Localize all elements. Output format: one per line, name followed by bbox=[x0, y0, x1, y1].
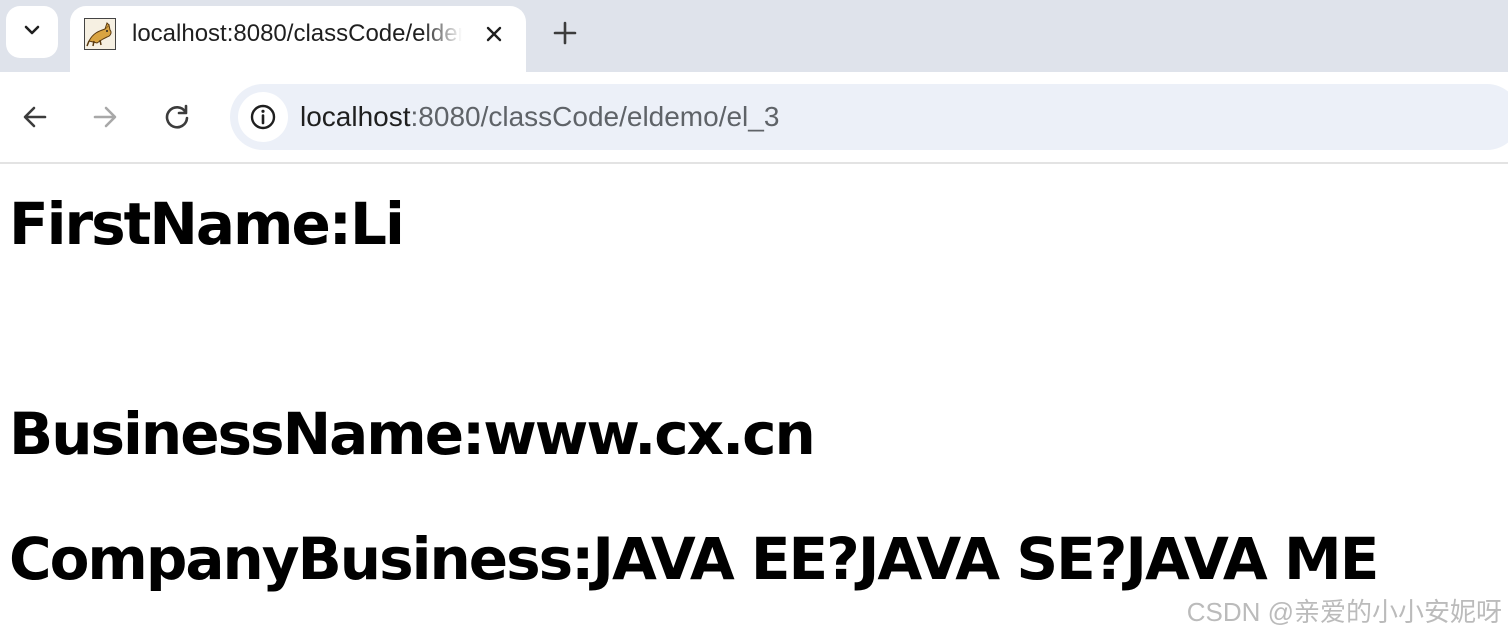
plus-icon bbox=[553, 21, 577, 45]
info-icon bbox=[250, 104, 276, 130]
close-icon bbox=[486, 26, 502, 42]
forward-button[interactable] bbox=[82, 94, 128, 140]
chevron-down-icon bbox=[21, 19, 43, 46]
business-name-heading: BusinessName:www.cx.cn bbox=[9, 400, 816, 468]
tab-close-button[interactable] bbox=[476, 16, 512, 52]
first-name-heading: FirstName:Li bbox=[9, 190, 405, 258]
new-tab-button[interactable] bbox=[544, 12, 586, 54]
url-text: localhost:8080/classCode/eldemo/el_3 bbox=[300, 84, 779, 150]
site-info-button[interactable] bbox=[238, 92, 288, 142]
reload-icon bbox=[165, 104, 189, 129]
back-button[interactable] bbox=[12, 94, 58, 140]
company-business-heading: CompanyBusiness:JAVA EE?JAVA SE?JAVA ME bbox=[9, 525, 1379, 593]
arrow-left-icon bbox=[23, 106, 47, 128]
watermark: CSDN @亲爱的小小安妮呀 bbox=[1186, 597, 1502, 627]
tab-search-button[interactable] bbox=[6, 6, 58, 58]
url-path: :8080/classCode/eldemo/el_3 bbox=[410, 101, 780, 132]
tomcat-icon bbox=[84, 18, 116, 50]
browser-toolbar: localhost:8080/classCode/eldemo/el_3 bbox=[0, 72, 1508, 164]
tab-active[interactable]: localhost:8080/classCode/eldemo/el_3 bbox=[70, 6, 526, 72]
tab-strip: localhost:8080/classCode/eldemo/el_3 bbox=[0, 0, 1508, 72]
page-content: FirstName:Li BusinessName:www.cx.cn Comp… bbox=[0, 164, 1508, 635]
url-host: localhost bbox=[300, 101, 411, 132]
arrow-right-icon bbox=[93, 106, 117, 128]
reload-button[interactable] bbox=[154, 94, 200, 140]
tab-title: localhost:8080/classCode/eldemo/el_3 bbox=[132, 20, 462, 47]
address-bar[interactable]: localhost:8080/classCode/eldemo/el_3 bbox=[230, 84, 1508, 150]
